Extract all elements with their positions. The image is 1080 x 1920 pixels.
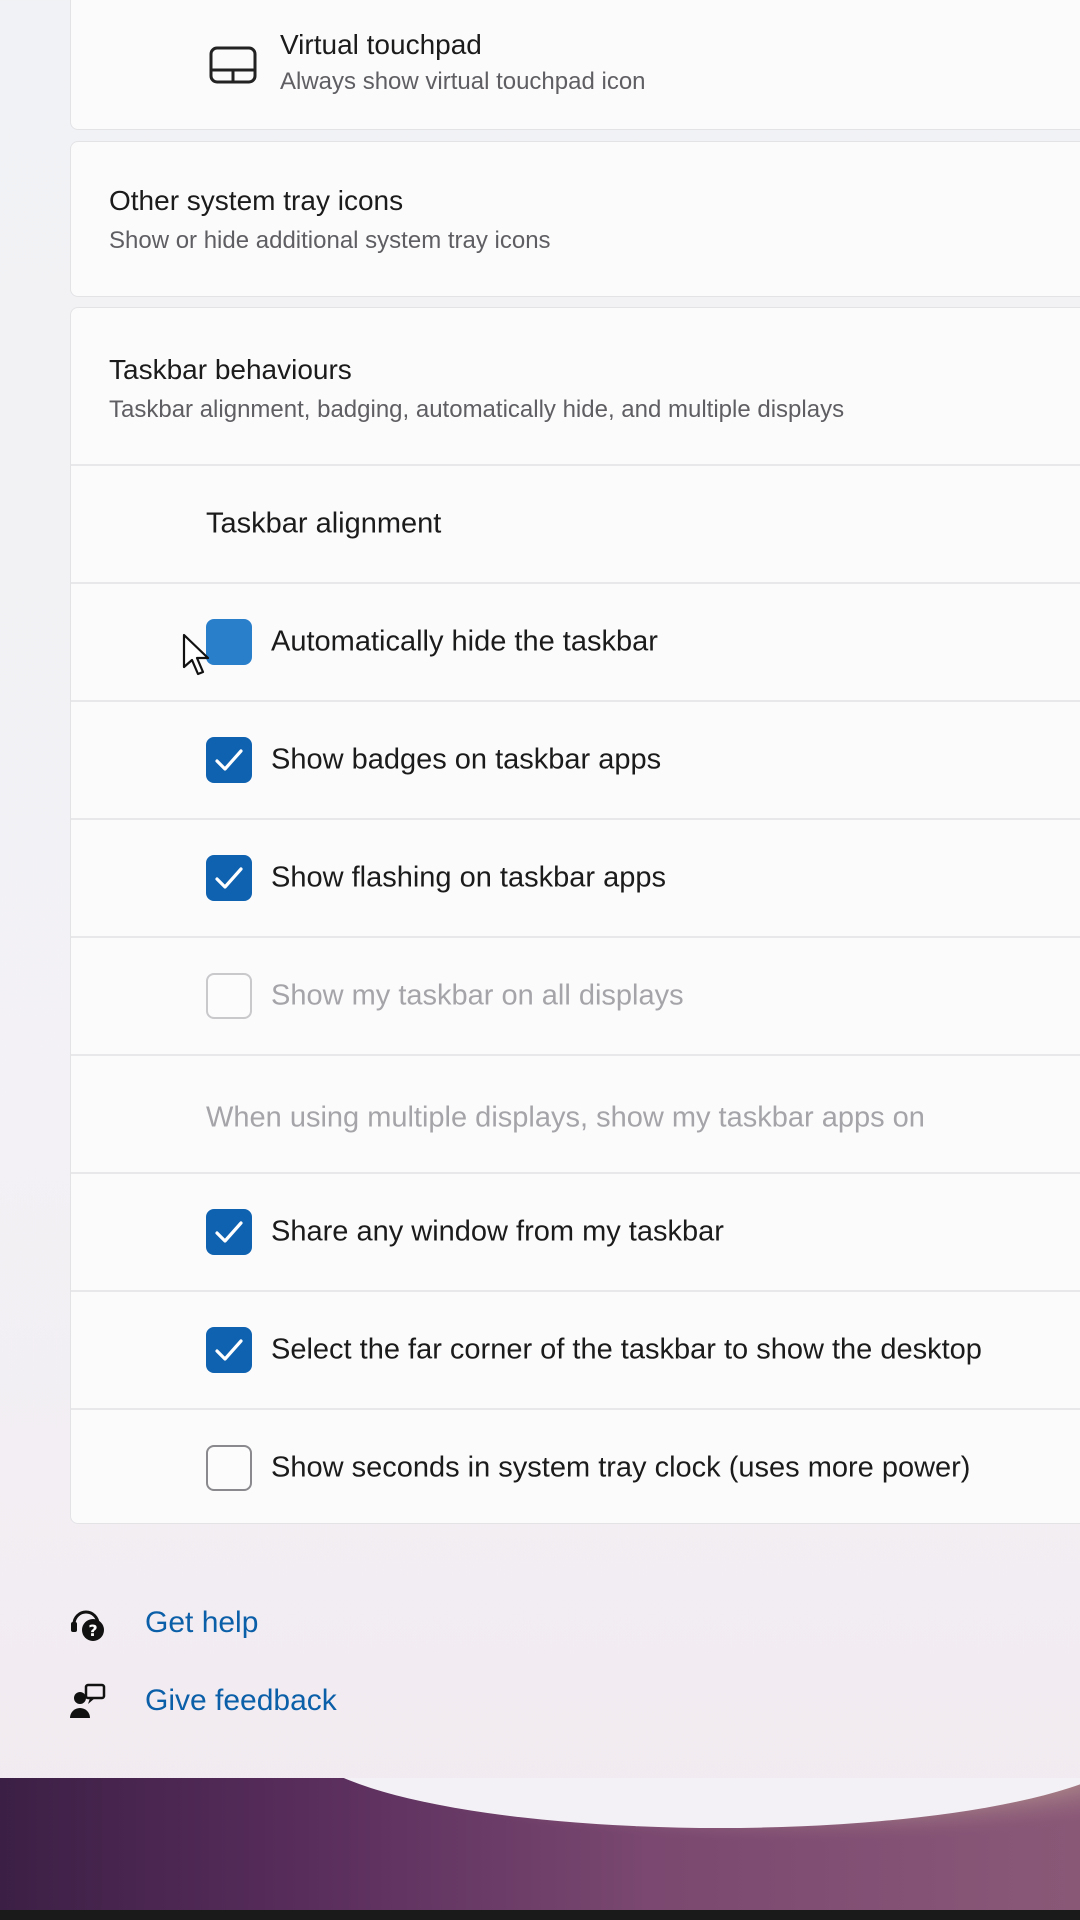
show-badges-label: Show badges on taskbar apps bbox=[271, 743, 662, 776]
option-show-seconds[interactable]: Show seconds in system tray clock (uses … bbox=[71, 1408, 1080, 1526]
checkmark-icon bbox=[215, 1221, 243, 1243]
feedback-icon bbox=[68, 1682, 108, 1727]
virtual-touchpad-card[interactable]: Virtual touchpad Always show virtual tou… bbox=[70, 0, 1080, 130]
show-seconds-label: Show seconds in system tray clock (uses … bbox=[271, 1451, 971, 1484]
mouse-cursor-icon bbox=[182, 633, 210, 676]
option-share-window[interactable]: Share any window from my taskbar bbox=[71, 1172, 1080, 1290]
option-show-flashing[interactable]: Show flashing on taskbar apps bbox=[71, 818, 1080, 936]
wallpaper-glow bbox=[0, 1778, 1080, 1920]
option-show-badges[interactable]: Show badges on taskbar apps bbox=[71, 700, 1080, 818]
give-feedback-link-row[interactable]: Give feedback bbox=[0, 1676, 400, 1728]
help-icon: ? bbox=[68, 1604, 108, 1649]
show-flashing-label: Show flashing on taskbar apps bbox=[271, 861, 666, 894]
taskbar-behaviours-subtitle: Taskbar alignment, badging, automaticall… bbox=[109, 396, 845, 423]
show-badges-checkbox[interactable] bbox=[206, 737, 252, 783]
other-system-tray-title: Other system tray icons bbox=[109, 185, 404, 216]
get-help-link[interactable]: Get help bbox=[145, 1606, 258, 1640]
other-system-tray-card[interactable]: Other system tray icons Show or hide add… bbox=[70, 141, 1080, 297]
multi-display-apps-row: When using multiple displays, show my ta… bbox=[71, 1054, 1080, 1172]
share-window-label: Share any window from my taskbar bbox=[271, 1215, 724, 1248]
share-window-checkbox[interactable] bbox=[206, 1209, 252, 1255]
give-feedback-link[interactable]: Give feedback bbox=[145, 1684, 337, 1718]
option-far-corner[interactable]: Select the far corner of the taskbar to … bbox=[71, 1290, 1080, 1408]
auto-hide-label: Automatically hide the taskbar bbox=[271, 625, 658, 658]
touchpad-icon bbox=[209, 46, 257, 89]
show-seconds-checkbox[interactable] bbox=[206, 1445, 252, 1491]
taskbar-behaviours-title: Taskbar behaviours bbox=[109, 354, 352, 385]
other-system-tray-subtitle: Show or hide additional system tray icon… bbox=[109, 227, 551, 254]
checkmark-icon bbox=[215, 749, 243, 771]
checkmark-icon bbox=[215, 867, 243, 889]
show-flashing-checkbox[interactable] bbox=[206, 855, 252, 901]
multi-display-apps-label: When using multiple displays, show my ta… bbox=[206, 1101, 925, 1134]
taskbar-alignment-label: Taskbar alignment bbox=[206, 507, 442, 540]
desktop-wallpaper bbox=[0, 1778, 1080, 1920]
taskbar-behaviours-header[interactable]: Taskbar behaviours Taskbar alignment, ba… bbox=[71, 308, 1080, 464]
virtual-touchpad-subtitle: Always show virtual touchpad icon bbox=[280, 68, 646, 95]
all-displays-checkbox bbox=[206, 973, 252, 1019]
svg-text:?: ? bbox=[88, 1621, 97, 1640]
virtual-touchpad-title: Virtual touchpad bbox=[280, 29, 482, 60]
taskbar-alignment-row[interactable]: Taskbar alignment bbox=[71, 464, 1080, 582]
option-all-displays: Show my taskbar on all displays bbox=[71, 936, 1080, 1054]
all-displays-label: Show my taskbar on all displays bbox=[271, 979, 684, 1012]
far-corner-label: Select the far corner of the taskbar to … bbox=[271, 1333, 982, 1366]
checkmark-icon bbox=[215, 1339, 243, 1361]
option-auto-hide[interactable]: Automatically hide the taskbar bbox=[71, 582, 1080, 700]
get-help-link-row[interactable]: ? Get help bbox=[0, 1598, 400, 1650]
taskbar-behaviours-card: Taskbar behaviours Taskbar alignment, ba… bbox=[70, 307, 1080, 1524]
auto-hide-checkbox[interactable] bbox=[206, 619, 252, 665]
far-corner-checkbox[interactable] bbox=[206, 1327, 252, 1373]
